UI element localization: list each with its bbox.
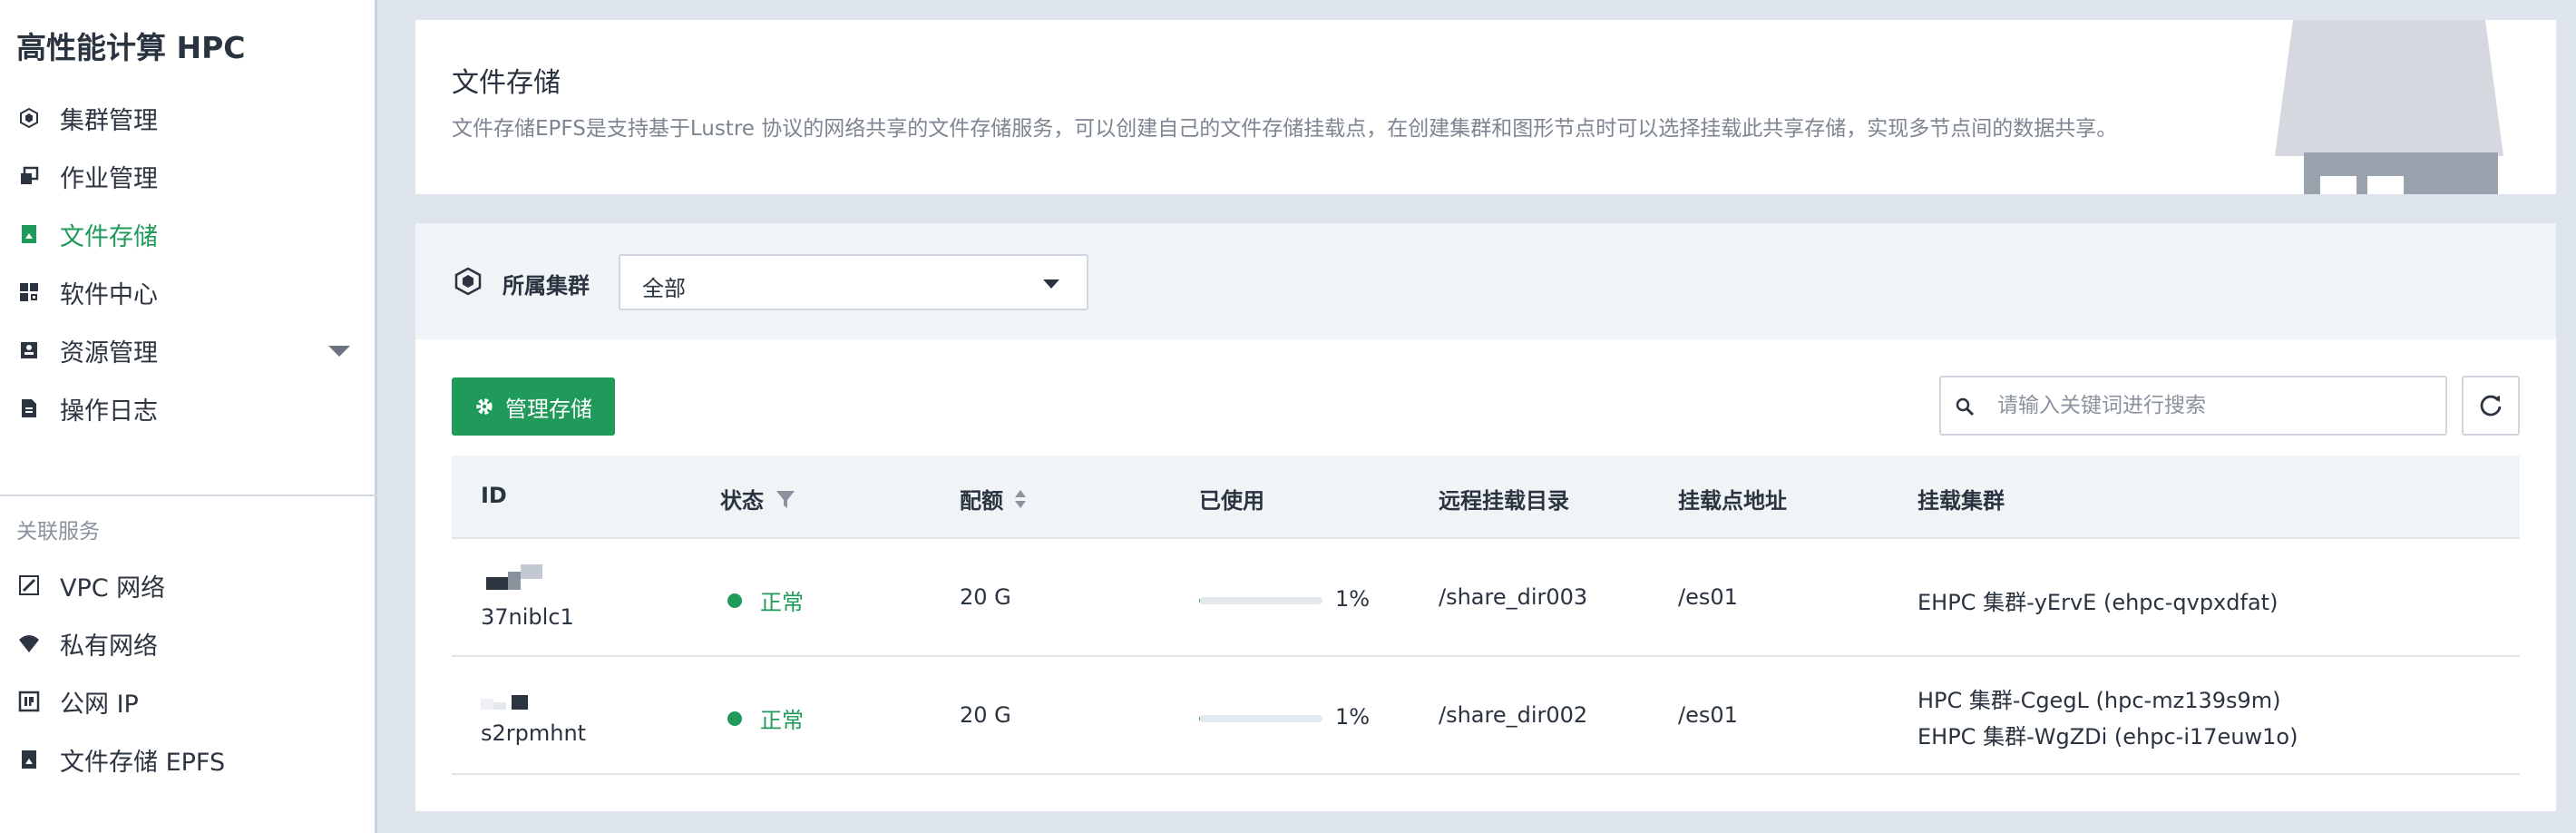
sidebar-item-label: 集群管理 [60, 106, 158, 135]
status-dot-icon [727, 710, 742, 726]
app-title: 高性能计算 HPC [16, 30, 246, 65]
sidebar-item-vpc[interactable]: VPC 网络 [16, 564, 165, 607]
refresh-icon [2480, 395, 2502, 416]
chevron-down-icon [1043, 279, 1059, 289]
usage-bar [1199, 715, 1322, 722]
mount-address: /es01 [1678, 702, 1738, 728]
sidebar-item-logs[interactable]: 操作日志 [16, 387, 158, 430]
gear-icon [476, 398, 493, 415]
filter-icon[interactable] [775, 488, 796, 510]
column-label: 已使用 [1199, 488, 1264, 514]
column-label: ID [481, 483, 507, 508]
status-badge: 正常 [727, 584, 804, 616]
sort-icon[interactable] [1014, 489, 1027, 509]
status-dot-icon [727, 593, 742, 608]
usage-percent: 1% [1335, 586, 1371, 612]
sidebar-item-label: 操作日志 [60, 397, 158, 426]
status-text: 正常 [760, 590, 804, 615]
sidebar-item-label: 作业管理 [60, 164, 158, 193]
related-services-label: 关联服务 [16, 520, 100, 544]
storage-thumbnail-icon [481, 695, 528, 710]
column-label: 挂载点地址 [1678, 488, 1787, 514]
page-title: 文件存储 [452, 67, 561, 99]
column-label: 远程挂载目录 [1439, 488, 1569, 514]
page-description: 文件存储EPFS是支持基于Lustre 协议的网络共享的文件存储服务，可以创建自… [452, 117, 2118, 141]
sidebar-item-public-ip[interactable]: 公网 IP [16, 680, 139, 723]
column-header-id: ID [481, 483, 507, 508]
sidebar-item-label: 私有网络 [60, 632, 158, 661]
sidebar-item-label: 文件存储 [60, 222, 158, 251]
sidebar-item-label: 公网 IP [60, 690, 139, 719]
column-header-quota[interactable]: 配额 [960, 483, 1027, 514]
log-icon [16, 396, 42, 421]
manage-storage-button[interactable]: 管理存储 [452, 377, 615, 436]
remote-dir: /share_dir003 [1439, 584, 1588, 610]
resource-icon [16, 338, 42, 363]
status-text: 正常 [760, 708, 804, 733]
cluster-select[interactable]: 全部 [619, 254, 1088, 310]
mount-cluster[interactable]: EHPC 集群-WgZDi (ehpc-i17euw1o) [1917, 719, 2298, 750]
sidebar-item-resources[interactable]: 资源管理 [16, 328, 158, 372]
sidebar-item-jobs[interactable]: 作业管理 [16, 154, 158, 198]
storage-thumbnail-icon [486, 564, 542, 590]
file-storage-icon [16, 221, 42, 247]
sidebar-divider [0, 495, 377, 496]
mount-cluster[interactable]: HPC 集群-CgegL (hpc-mz139s9m) [1917, 682, 2281, 714]
mount-cluster[interactable]: EHPC 集群-yErvE (ehpc-qvpxdfat) [1917, 584, 2278, 616]
usage-bar-fill [1199, 715, 1201, 722]
sidebar-item-cluster[interactable]: 集群管理 [16, 96, 158, 140]
sidebar-item-label: VPC 网络 [60, 573, 166, 603]
status-badge: 正常 [727, 702, 804, 734]
remote-dir: /share_dir002 [1439, 702, 1588, 728]
cluster-filter-label: 所属集群 [503, 273, 590, 299]
sidebar: 高性能计算 HPC 集群管理 作业管理 文件存储 软件中心 资源管理 操作日志 … [0, 0, 377, 833]
refresh-button[interactable] [2462, 376, 2520, 436]
private-network-icon [16, 631, 42, 656]
sidebar-item-file-storage[interactable]: 文件存储 [16, 212, 158, 256]
sidebar-item-software[interactable]: 软件中心 [16, 270, 158, 314]
page-header: 文件存储 文件存储EPFS是支持基于Lustre 协议的网络共享的文件存储服务，… [415, 20, 2556, 194]
storage-illustration-icon [2275, 20, 2503, 194]
column-label: 配额 [960, 488, 1003, 514]
table-header: ID 状态 配额 已使用 远程挂载目录 挂载点地址 挂载集群 [452, 456, 2520, 539]
vpc-icon [16, 573, 42, 598]
cluster-icon [454, 267, 482, 296]
chevron-down-icon[interactable] [328, 346, 350, 357]
search-icon [1956, 397, 1975, 416]
public-ip-icon [16, 689, 42, 714]
column-header-remote-dir: 远程挂载目录 [1439, 483, 1569, 514]
mount-address: /es01 [1678, 584, 1738, 610]
storage-id[interactable]: s2rpmhnt [481, 720, 586, 746]
column-header-status: 状态 [720, 483, 796, 514]
column-label: 挂载集群 [1917, 488, 2005, 514]
epfs-icon [16, 747, 42, 772]
quota-value: 20 G [960, 584, 1011, 610]
column-header-mount-cluster: 挂载集群 [1917, 483, 2005, 514]
jobs-icon [16, 163, 42, 189]
sidebar-item-epfs[interactable]: 文件存储 EPFS [16, 738, 225, 781]
column-label: 状态 [720, 488, 764, 514]
table-row[interactable]: 37niblc1 正常 20 G 1% /share_dir003 /es01 … [452, 539, 2520, 657]
usage-bar [1199, 597, 1322, 604]
usage-percent: 1% [1335, 704, 1371, 730]
cluster-select-value: 全部 [642, 276, 686, 301]
column-header-used: 已使用 [1199, 483, 1264, 514]
cluster-icon [16, 105, 42, 131]
storage-id[interactable]: 37niblc1 [481, 604, 574, 630]
search-input[interactable] [1997, 387, 2433, 425]
storage-list-card: 管理存储 ID 状态 配额 已使用 远程挂载目录 挂载点地址 挂载集群 [415, 339, 2556, 811]
quota-value: 20 G [960, 702, 1011, 728]
filter-bar: 所属集群 全部 [415, 223, 2556, 339]
usage-bar-fill [1199, 597, 1201, 604]
table-row[interactable]: s2rpmhnt 正常 20 G 1% /share_dir002 /es01 … [452, 657, 2520, 775]
software-grid-icon [16, 279, 42, 305]
column-header-mount-addr: 挂载点地址 [1678, 483, 1787, 514]
sidebar-item-label: 文件存储 EPFS [60, 748, 226, 777]
sidebar-item-label: 资源管理 [60, 338, 158, 368]
search-box [1939, 376, 2447, 436]
sidebar-item-label: 软件中心 [60, 280, 158, 309]
sidebar-item-private-network[interactable]: 私有网络 [16, 622, 158, 665]
manage-storage-label: 管理存储 [505, 396, 592, 422]
